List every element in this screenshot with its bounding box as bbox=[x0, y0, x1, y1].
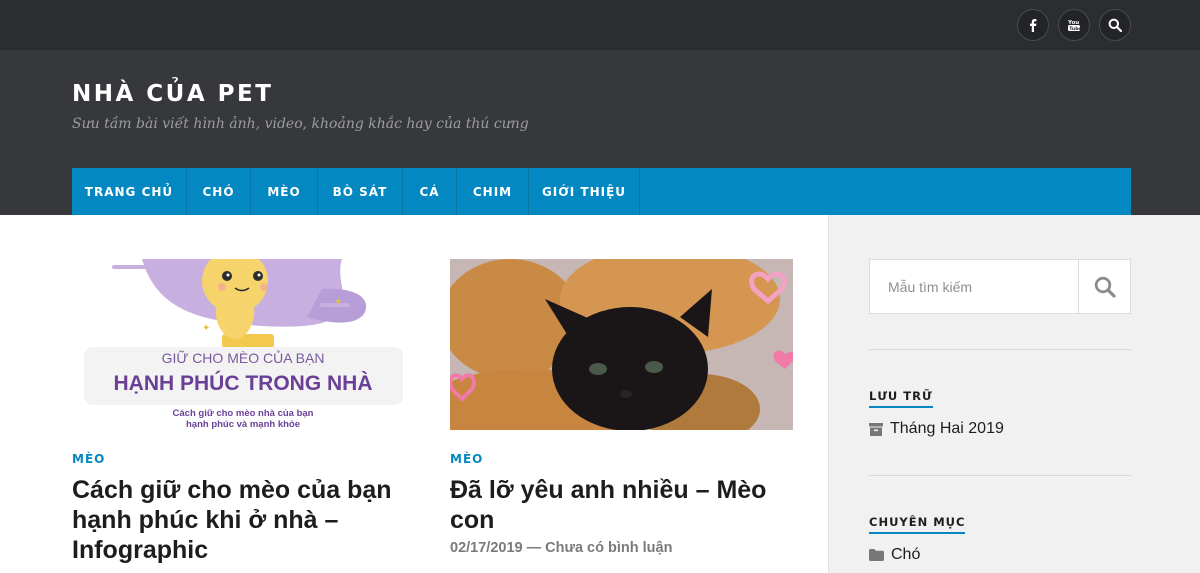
kitten-photo bbox=[450, 259, 793, 430]
post-title[interactable]: Đã lỡ yêu anh nhiều – Mèo con bbox=[450, 475, 795, 535]
nav-item-birds[interactable]: CHIM bbox=[457, 168, 529, 215]
top-bar: You Tube bbox=[0, 0, 1200, 50]
search-form bbox=[869, 259, 1131, 314]
archive-icon bbox=[869, 422, 883, 436]
post-thumbnail[interactable] bbox=[450, 259, 793, 430]
infographic-image: ✦ ✦ GIỮ CHO MÈO CỦA BẠN HẠNH PHÚC TRONG … bbox=[72, 259, 415, 430]
nav-item-dogs[interactable]: CHÓ bbox=[187, 168, 251, 215]
post-title[interactable]: Cách giữ cho mèo của bạn hạnh phúc khi ở… bbox=[72, 475, 417, 565]
archive-link[interactable]: Tháng Hai 2019 bbox=[869, 420, 1004, 438]
image-text-line2: HẠNH PHÚC TRONG NHÀ bbox=[114, 371, 373, 395]
post-category[interactable]: MÈO bbox=[450, 452, 483, 466]
post-category[interactable]: MÈO bbox=[72, 452, 105, 466]
facebook-icon bbox=[1030, 19, 1037, 32]
main-navigation: TRANG CHỦ CHÓ MÈO BÒ SÁT CÁ CHIM GIỚI TH… bbox=[72, 168, 1131, 215]
archives-title: LƯU TRỮ bbox=[869, 389, 933, 408]
post-thumbnail[interactable]: ✦ ✦ GIỮ CHO MÈO CỦA BẠN HẠNH PHÚC TRONG … bbox=[72, 259, 415, 430]
svg-text:✦: ✦ bbox=[202, 323, 210, 334]
search-button[interactable] bbox=[1078, 260, 1130, 313]
search-input[interactable] bbox=[870, 260, 1079, 313]
site-title[interactable]: NHÀ CỦA PET bbox=[72, 81, 273, 107]
archive-link-label: Tháng Hai 2019 bbox=[890, 420, 1004, 437]
site-description: Sưu tầm bài viết hình ảnh, video, khoảng… bbox=[72, 116, 529, 132]
image-text-line1: GIỮ CHO MÈO CỦA BẠN bbox=[162, 349, 325, 366]
youtube-link[interactable]: You Tube bbox=[1058, 9, 1090, 41]
youtube-icon: You Tube bbox=[1067, 20, 1081, 32]
search-icon bbox=[1108, 18, 1122, 32]
image-text-line3: Cách giữ cho mèo nhà của bạn bbox=[173, 408, 314, 419]
nav-item-home[interactable]: TRANG CHỦ bbox=[72, 168, 187, 215]
nav-item-fish[interactable]: CÁ bbox=[403, 168, 457, 215]
folder-icon bbox=[869, 549, 884, 561]
image-text-line4: hạnh phúc và mạnh khỏe bbox=[186, 419, 300, 430]
category-link[interactable]: Chó bbox=[869, 546, 920, 564]
search-toggle[interactable] bbox=[1099, 9, 1131, 41]
post-meta: 02/17/2019 — Chưa có bình luận bbox=[450, 540, 673, 556]
search-icon bbox=[1094, 276, 1116, 298]
nav-item-about[interactable]: GIỚI THIỆU bbox=[529, 168, 640, 215]
widget-divider bbox=[869, 475, 1131, 476]
nav-item-cats[interactable]: MÈO bbox=[251, 168, 318, 215]
categories-title: CHUYÊN MỤC bbox=[869, 515, 966, 534]
category-link-label: Chó bbox=[891, 546, 921, 563]
facebook-link[interactable] bbox=[1017, 9, 1049, 41]
widget-divider bbox=[869, 349, 1131, 350]
svg-text:Tube: Tube bbox=[1069, 26, 1081, 32]
nav-item-reptiles[interactable]: BÒ SÁT bbox=[318, 168, 403, 215]
svg-text:✦: ✦ bbox=[334, 297, 342, 308]
